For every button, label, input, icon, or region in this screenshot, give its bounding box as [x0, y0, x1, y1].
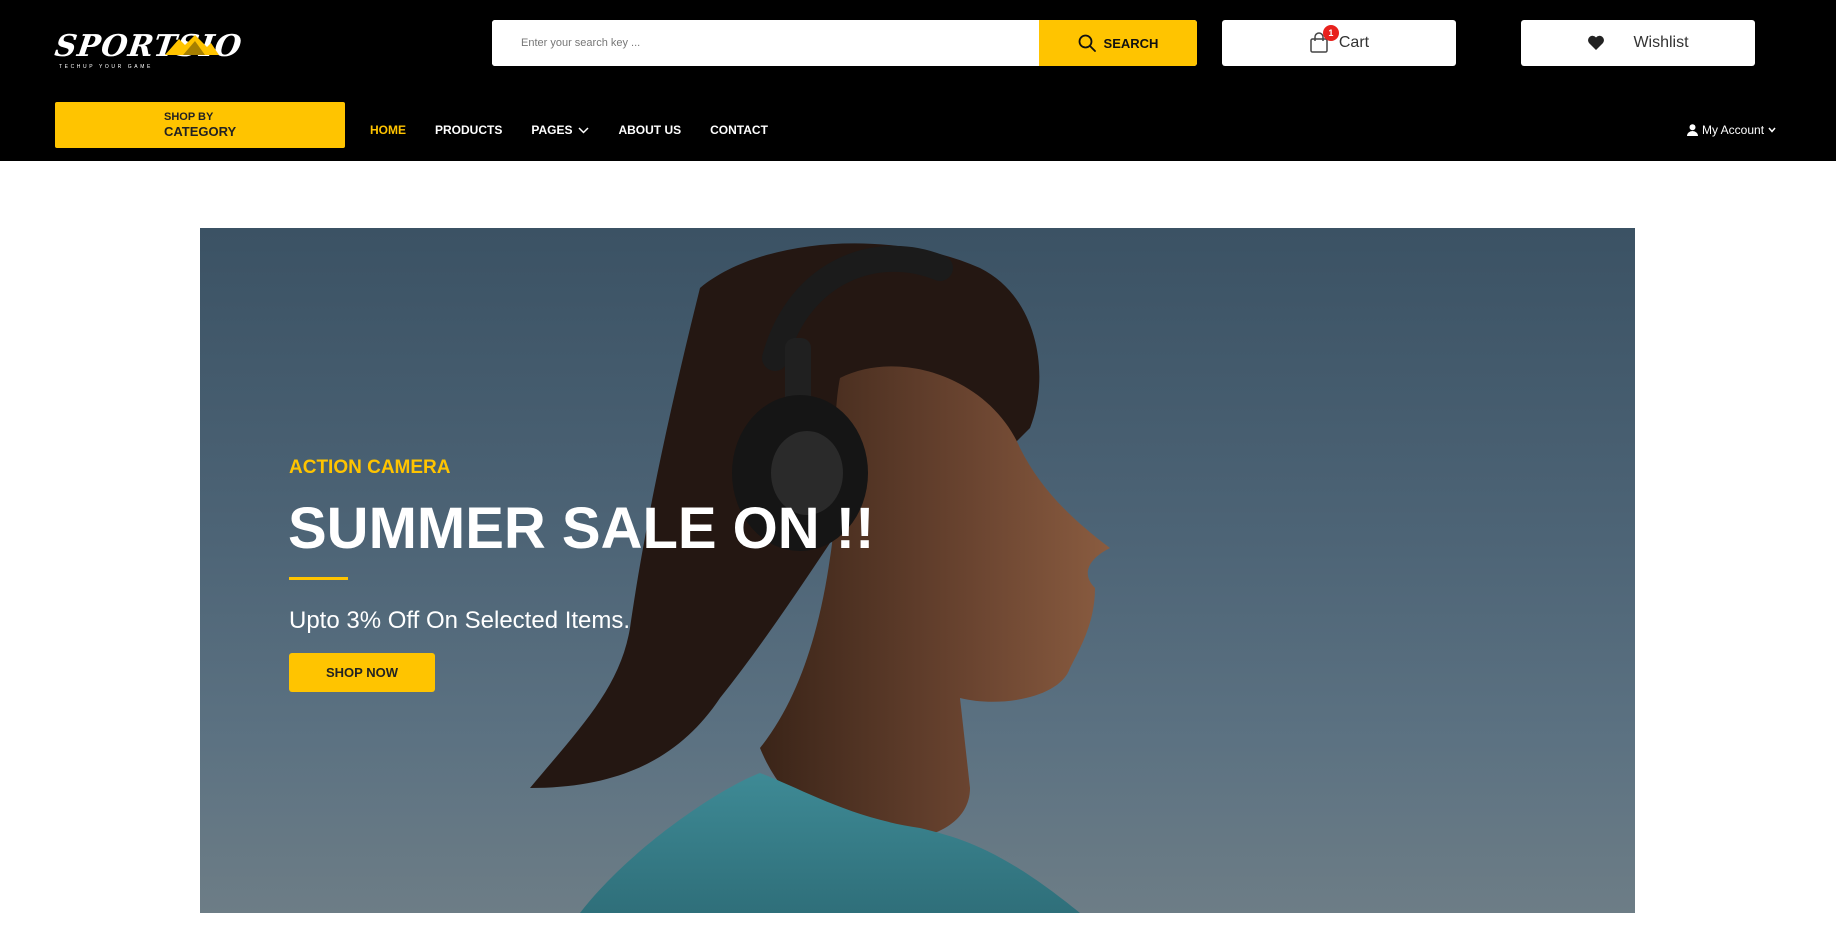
nav-label: PAGES: [531, 123, 573, 137]
search-input[interactable]: [492, 20, 1039, 66]
cart-label: Cart: [1338, 34, 1370, 51]
nav-item-home[interactable]: HOME: [370, 122, 406, 138]
cart-button[interactable]: 1 Cart: [1222, 20, 1456, 66]
my-account-label: My Account: [1702, 123, 1765, 137]
cart-icon-wrap: 1: [1309, 25, 1339, 54]
hero-title: SUMMER SALE ON !!: [288, 496, 875, 561]
search-button-label: SEARCH: [1103, 35, 1159, 51]
shop-by-category-button[interactable]: SHOP BY CATEGORY: [55, 102, 345, 148]
shop-now-label: SHOP NOW: [326, 665, 398, 680]
search-bar: SEARCH: [492, 20, 1197, 66]
hero-divider: [289, 577, 348, 580]
main-nav: HOME PRODUCTS PAGES ABOUT US CONTACT: [370, 122, 768, 138]
chevron-down-icon: [578, 126, 589, 134]
wishlist-button[interactable]: Wishlist: [1521, 20, 1755, 66]
mountain-icon: [165, 35, 219, 55]
nav-label: CONTACT: [710, 123, 768, 137]
heart-icon: [1588, 35, 1605, 50]
cart-count-badge: 1: [1322, 25, 1339, 41]
hero-banner: ACTION CAMERA SUMMER SALE ON !! Upto 3% …: [200, 228, 1635, 913]
nav-item-products[interactable]: PRODUCTS: [435, 122, 502, 138]
logo[interactable]: SPORTSIO TECHUP YOUR GAME: [53, 29, 245, 72]
logo-tagline: TECHUP YOUR GAME: [59, 64, 153, 70]
nav-label: ABOUT US: [618, 123, 682, 137]
category-button-line2: CATEGORY: [164, 124, 237, 139]
my-account-menu[interactable]: My Account: [1687, 123, 1776, 137]
user-icon: [1687, 124, 1698, 136]
nav-label: HOME: [370, 123, 406, 137]
hero-image: [530, 243, 1110, 913]
nav-item-contact[interactable]: CONTACT: [710, 122, 768, 138]
nav-item-pages[interactable]: PAGES: [531, 122, 589, 138]
search-button[interactable]: SEARCH: [1039, 20, 1197, 66]
category-button-line1: SHOP BY: [164, 111, 214, 123]
wishlist-label: Wishlist: [1633, 34, 1689, 51]
nav-label: PRODUCTS: [435, 123, 503, 137]
shop-now-button[interactable]: SHOP NOW: [289, 653, 435, 692]
nav-item-about-us[interactable]: ABOUT US: [618, 122, 681, 138]
search-icon: [1078, 34, 1096, 52]
hero-subtitle: Upto 3% Off On Selected Items.: [289, 607, 631, 634]
hero-eyebrow: ACTION CAMERA: [289, 457, 451, 478]
chevron-down-icon: [1768, 127, 1776, 133]
